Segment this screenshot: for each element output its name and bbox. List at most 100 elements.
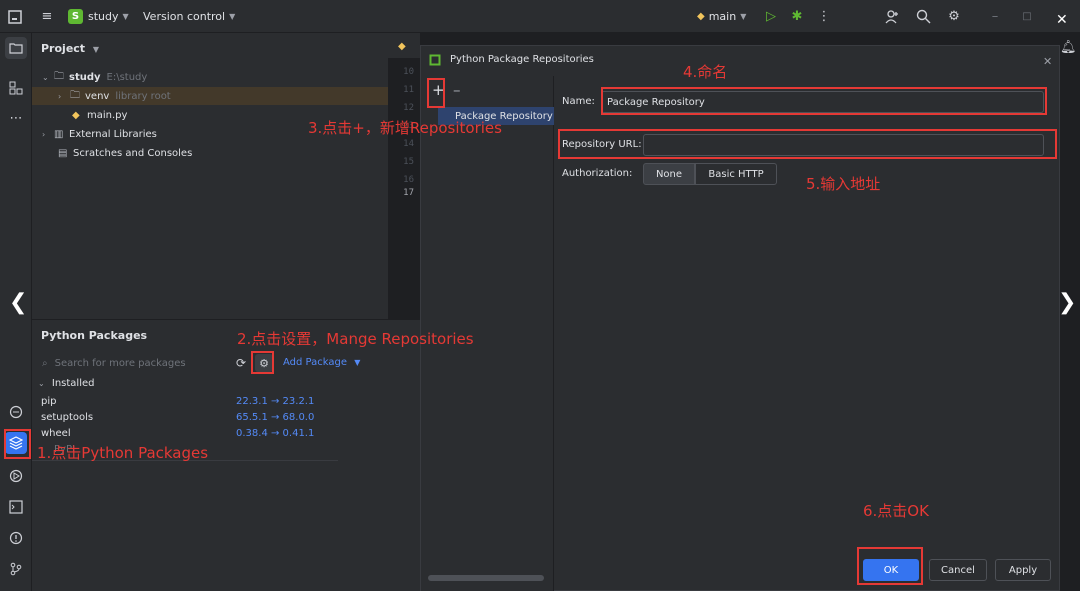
- line-number: 16: [403, 175, 414, 185]
- title-bar: ≡ S study ▼ Version control ▼ ◆ main ▼ ▷…: [0, 0, 1080, 33]
- settings-button[interactable]: ⚙: [945, 0, 963, 33]
- line-number: 15: [403, 157, 414, 167]
- chevron-down-icon: ▼: [92, 45, 100, 54]
- run-icon: ▷: [766, 9, 776, 24]
- services-icon[interactable]: [5, 465, 27, 487]
- package-search[interactable]: ⌕ Search for more packages: [32, 350, 232, 376]
- expanded-arrow-icon: ⌄: [38, 379, 45, 388]
- highlight-name: [601, 87, 1047, 115]
- terminal-icon[interactable]: [5, 496, 27, 518]
- package-version: 65.5.1 → 68.0.0: [236, 412, 315, 423]
- folder-icon: 🗀︎: [54, 70, 64, 82]
- tree-item-root[interactable]: ⌄ 🗀︎ study E:\study: [42, 68, 147, 86]
- annotation-step2: 2.点击设置，Mange Repositories: [237, 330, 474, 348]
- editor-tab-strip: ◆: [388, 33, 420, 59]
- remove-repository-button[interactable]: –: [453, 82, 461, 98]
- dialog-app-icon: [429, 54, 441, 69]
- venv-note: library root: [115, 90, 171, 102]
- line-number: 12: [403, 103, 414, 113]
- annotation-step3: 3.点击+，新增Repositories: [308, 119, 502, 137]
- collapsed-arrow-icon: ›: [42, 129, 46, 139]
- root-path: E:\study: [106, 71, 148, 83]
- close-icon[interactable]: ✕: [1043, 55, 1052, 68]
- project-panel-title: Project: [41, 42, 86, 55]
- maximize-button[interactable]: □: [1018, 0, 1036, 33]
- apply-button[interactable]: Apply: [995, 559, 1051, 581]
- python-console-icon[interactable]: [5, 401, 27, 423]
- tree-item-scratches[interactable]: ▤ Scratches and Consoles: [58, 144, 192, 162]
- highlight-settings: [251, 351, 274, 374]
- debug-icon: ✱: [791, 9, 803, 24]
- installed-group[interactable]: ⌄ Installed: [38, 378, 95, 389]
- scratches-icon: ▤: [58, 147, 68, 159]
- more-actions-button[interactable]: ⋮: [815, 0, 833, 33]
- package-name[interactable]: pip: [41, 396, 56, 407]
- maximize-icon: □: [1022, 11, 1032, 22]
- vcs-label: Version control: [143, 10, 226, 23]
- highlight-add: [427, 78, 445, 108]
- close-window-icon[interactable]: ✕: [1056, 12, 1068, 28]
- project-name: study: [88, 10, 119, 23]
- search-placeholder: Search for more packages: [54, 357, 186, 369]
- package-name[interactable]: setuptools: [41, 412, 93, 423]
- next-arrow-icon[interactable]: ❯: [1058, 290, 1076, 315]
- cancel-button[interactable]: Cancel: [929, 559, 987, 581]
- python-icon: ◆: [697, 11, 705, 22]
- tree-item-external-libraries[interactable]: › ▥ External Libraries: [42, 125, 157, 143]
- notifications-icon[interactable]: 🔔︎: [1060, 40, 1077, 55]
- search-icon: ⌕: [42, 357, 48, 369]
- run-config-selector[interactable]: ◆ main ▼: [697, 0, 746, 33]
- root-name: study: [69, 71, 101, 83]
- refresh-icon[interactable]: ⟳: [236, 356, 246, 370]
- python-file-icon: ◆: [398, 41, 406, 52]
- highlight-url: [558, 129, 1057, 159]
- vcs-menu[interactable]: Version control ▼: [143, 0, 235, 33]
- auth-none-option[interactable]: None: [643, 163, 695, 185]
- annotation-step5: 5.输入地址: [806, 175, 881, 193]
- auth-basic-http-option[interactable]: Basic HTTP: [695, 163, 777, 185]
- dialog-title: Python Package Repositories: [450, 54, 594, 65]
- more-vertical-icon: ⋮: [817, 9, 831, 24]
- main-menu-icon[interactable]: ≡: [38, 0, 56, 33]
- add-package-button[interactable]: Add Package ▼: [283, 357, 360, 368]
- add-user-icon: [883, 8, 901, 26]
- annotation-step6: 6.点击OK: [863, 502, 929, 520]
- tree-item-venv[interactable]: › 🗀︎ venv library root: [32, 87, 388, 105]
- search-button[interactable]: [914, 0, 932, 33]
- run-config-name: main: [708, 10, 737, 23]
- project-tool-icon[interactable]: [5, 37, 27, 59]
- line-number: 14: [403, 139, 414, 149]
- package-repositories-dialog: Python Package Repositories ✕ + – Packag…: [420, 45, 1060, 591]
- previous-arrow-icon[interactable]: ❮: [9, 290, 27, 315]
- git-icon[interactable]: [5, 558, 27, 580]
- problems-icon[interactable]: [5, 527, 27, 549]
- horizontal-scrollbar[interactable]: [428, 575, 544, 581]
- chevron-down-icon: ▼: [740, 12, 747, 21]
- structure-tool-icon[interactable]: [5, 77, 27, 99]
- code-with-me-button[interactable]: [883, 0, 901, 33]
- search-icon: [914, 8, 932, 26]
- highlight-ok: [857, 547, 923, 585]
- editor-gutter: ◆ 10 11 12 13 14 15 16 17: [388, 33, 420, 319]
- package-version: 0.38.4 → 0.41.1: [236, 428, 315, 439]
- gear-icon: ⚙: [948, 9, 960, 24]
- minimize-icon: –: [991, 9, 999, 24]
- packages-panel-title: Python Packages: [41, 329, 148, 342]
- library-icon: ▥: [54, 128, 64, 140]
- line-number: 10: [403, 67, 414, 77]
- python-file-icon: ◆: [72, 109, 80, 121]
- project-panel-header[interactable]: Project ▼: [41, 42, 99, 55]
- debug-button[interactable]: ✱: [788, 0, 806, 33]
- more-tools-icon[interactable]: ⋯: [5, 107, 27, 129]
- installed-label: Installed: [51, 378, 95, 389]
- minimize-button[interactable]: –: [986, 0, 1004, 33]
- project-badge: S: [68, 9, 83, 24]
- external-libraries-label: External Libraries: [69, 128, 157, 140]
- tree-item-main-py[interactable]: ◆ main.py: [72, 106, 127, 124]
- chevron-down-icon: ▼: [229, 12, 236, 21]
- package-name[interactable]: wheel: [41, 428, 71, 439]
- project-switcher[interactable]: S study ▼: [68, 0, 129, 33]
- scratches-label: Scratches and Consoles: [73, 147, 193, 159]
- run-button[interactable]: ▷: [762, 0, 780, 33]
- highlight-python-packages: [4, 429, 31, 459]
